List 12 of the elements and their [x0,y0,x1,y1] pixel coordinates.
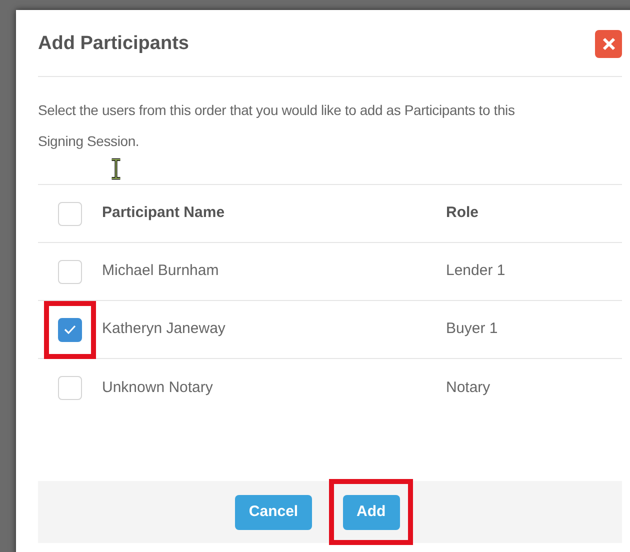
column-header: Participant Name [102,203,226,224]
dialog-title: Add Participants [38,32,189,56]
column-header: Role [446,203,479,224]
participant-name: Unknown Notary [102,378,214,398]
description-text: Select the users from this order that you would like to add as Participants to this Signing Session. [38,101,516,151]
add-button[interactable]: Add [342,494,400,530]
role-text: Lender 1 [446,261,506,282]
role-text: Notary [446,378,490,398]
cancel-button[interactable]: Cancel [234,494,312,530]
role-text: Buyer 1 [446,319,498,340]
participant-name: Katheryn Janeway [102,319,226,340]
participant-name: Michael Burnham [102,261,220,282]
